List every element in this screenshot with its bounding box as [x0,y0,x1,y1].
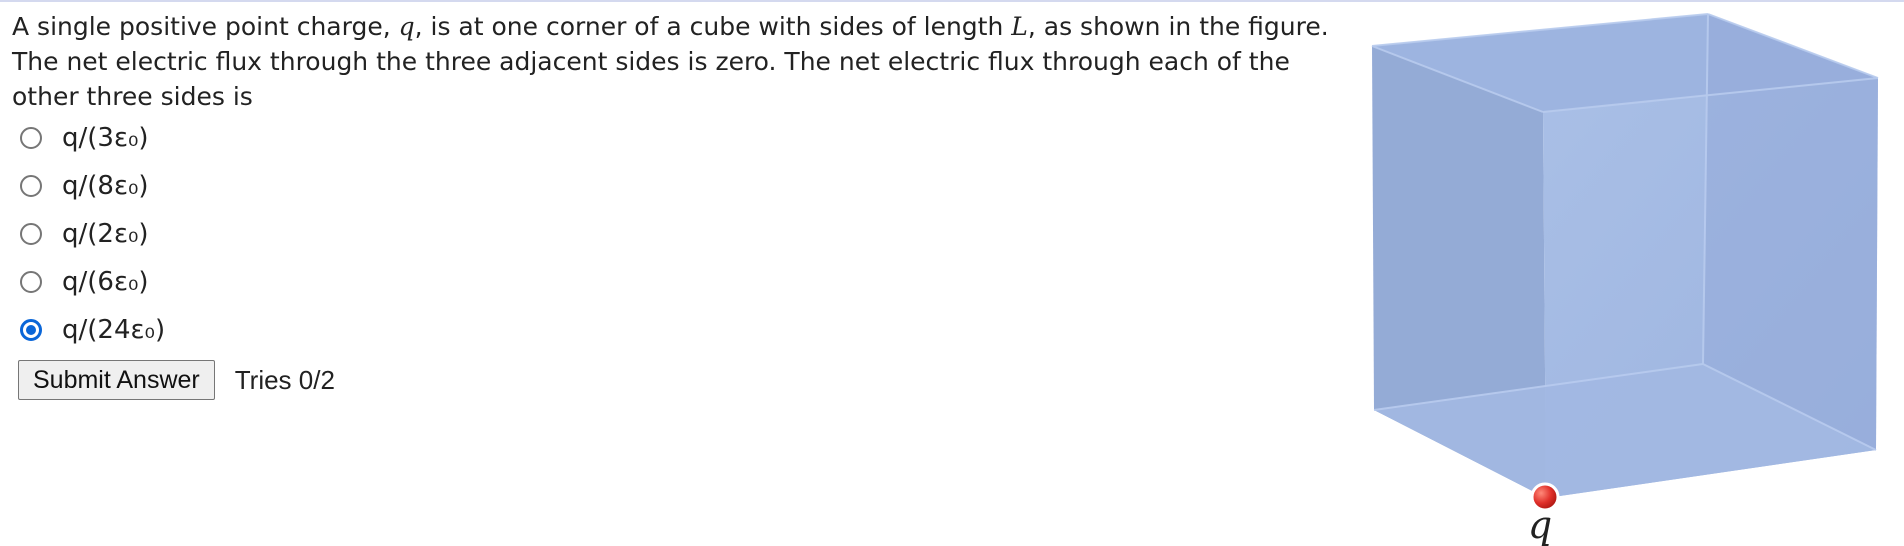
choice-label: q/(3ε₀) [62,123,149,153]
top-border [0,0,1904,2]
question-variable-q: q [398,12,415,41]
radio-button[interactable] [20,127,42,149]
choice-1[interactable]: q/(3ε₀) [20,114,165,162]
radio-button-selected[interactable] [20,319,42,341]
submit-row: Submit Answer Tries 0/2 [18,360,335,400]
choice-label: q/(6ε₀) [62,267,149,297]
submit-answer-button[interactable]: Submit Answer [18,360,215,400]
cube-figure: q [1371,13,1879,546]
question-text: A single positive point charge, q, is at… [12,9,1342,114]
choice-5[interactable]: q/(24ε₀) [20,306,165,354]
choice-label: q/(24ε₀) [62,315,166,345]
question-part: A single positive point charge, [12,12,399,41]
tries-counter: Tries 0/2 [234,364,335,395]
choice-3[interactable]: q/(2ε₀) [20,210,165,258]
choice-2[interactable]: q/(8ε₀) [20,162,165,210]
choice-label: q/(2ε₀) [62,219,149,249]
radio-button[interactable] [20,271,42,293]
choice-label: q/(8ε₀) [62,171,149,201]
radio-button[interactable] [20,175,42,197]
choice-4[interactable]: q/(6ε₀) [20,258,165,306]
question-part: , is at one corner of a cube with sides … [414,12,1012,41]
charge-label: q [1528,503,1552,546]
cube [1371,13,1879,498]
radio-button[interactable] [20,223,42,245]
question-variable-l: L [1011,12,1028,41]
answer-choices: q/(3ε₀) q/(8ε₀) q/(2ε₀) q/(6ε₀) q/(24ε₀) [20,114,165,354]
